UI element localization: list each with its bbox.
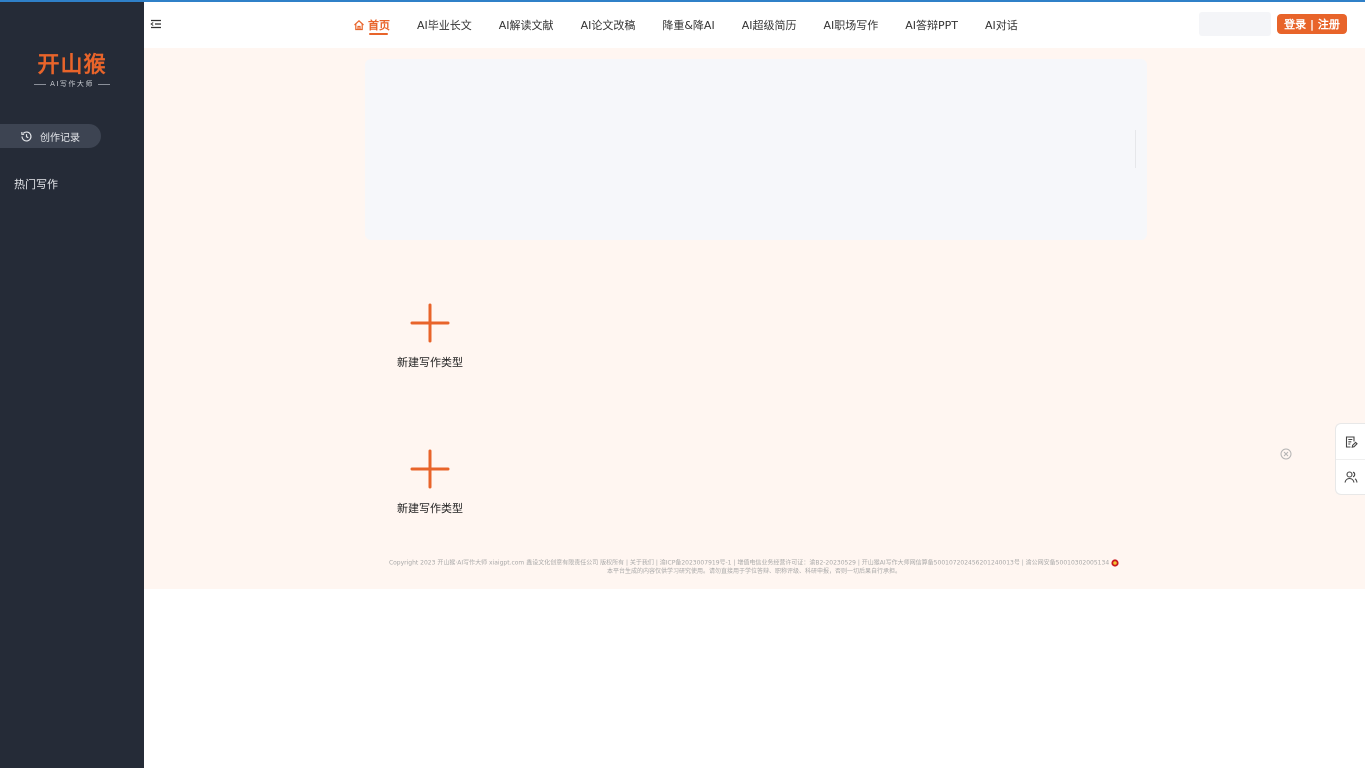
new-writing-type-label: 新建写作类型 <box>397 356 463 369</box>
nav-label-thesis: AI毕业长文 <box>417 19 472 32</box>
nav-item-resume[interactable]: AI超级简历 <box>742 2 797 48</box>
login-register-button[interactable]: 登录 | 注册 <box>1277 14 1347 34</box>
footer-disclaimer: 本平台生成的内容仅供学习研究使用。请勿直接用于学位答辩、职称评级、科研申报，否则… <box>606 567 901 575</box>
logo-sub-text: AI写作大师 <box>50 80 94 88</box>
nav-item-dedup[interactable]: 降重&降AI <box>662 2 714 48</box>
menu-fold-icon[interactable] <box>150 18 162 30</box>
plus-icon <box>410 303 450 343</box>
nav-label-literature: AI解读文献 <box>498 19 554 32</box>
history-button[interactable]: 创作记录 <box>0 124 101 148</box>
close-circle-icon[interactable] <box>1280 448 1292 460</box>
nav-item-ppt[interactable]: AI答辩PPT <box>905 2 958 48</box>
user-center-button[interactable] <box>1336 459 1365 494</box>
home-icon <box>354 19 364 31</box>
history-icon <box>21 130 32 142</box>
footer-copyright: Copyright 2023 开山猴·AI写作大师 xiaigpt.com 鑫设… <box>294 559 1214 568</box>
floating-toolbar <box>1335 423 1365 495</box>
nav-item-thesis[interactable]: AI毕业长文 <box>417 2 472 48</box>
nav-label-ppt: AI答辩PPT <box>905 19 959 32</box>
footer-copyright-text: Copyright 2023 开山猴·AI写作大师 xiaigpt.com 鑫设… <box>388 559 1110 567</box>
police-badge-icon <box>1111 559 1119 567</box>
banner-edge-line <box>1135 130 1136 168</box>
edit-doc-icon <box>1345 435 1358 448</box>
search-input[interactable] <box>1199 12 1271 36</box>
nav-label-chat: AI对话 <box>985 19 1018 32</box>
nav-item-paper-revise[interactable]: AI论文改稿 <box>581 2 636 48</box>
banner-placeholder <box>365 59 1147 240</box>
nav-item-chat[interactable]: AI对话 <box>985 2 1018 48</box>
nav-item-literature[interactable]: AI解读文献 <box>499 2 554 48</box>
new-writing-type-label: 新建写作类型 <box>397 502 463 515</box>
logo-subtitle: AI写作大师 <box>22 79 122 89</box>
main-nav: 首页 AI毕业长文 AI解读文献 AI论文改稿 降重&降AI AI超级简历 AI… <box>353 2 1045 48</box>
page-footer: Copyright 2023 开山猴·AI写作大师 xiaigpt.com 鑫设… <box>294 559 1214 576</box>
nav-label-paper-revise: AI论文改稿 <box>580 19 636 32</box>
users-icon <box>1344 471 1358 483</box>
hot-writing-heading: 热门写作 <box>14 178 58 191</box>
nav-item-home[interactable]: 首页 <box>353 2 390 48</box>
logo-main-text: 开山猴 <box>37 52 107 78</box>
nav-item-workplace[interactable]: AI职场写作 <box>823 2 878 48</box>
sidebar: 开山猴 AI写作大师 创作记录 热门写作 <box>0 0 144 768</box>
new-writing-type-card[interactable]: 新建写作类型 <box>380 448 480 516</box>
top-accent-line <box>0 0 1365 2</box>
nav-label-workplace: AI职场写作 <box>823 19 879 32</box>
plus-icon <box>410 449 450 489</box>
top-header: 首页 AI毕业长文 AI解读文献 AI论文改稿 降重&降AI AI超级简历 AI… <box>144 2 1365 48</box>
logo[interactable]: 开山猴 AI写作大师 <box>22 52 122 89</box>
main-content: 新建写作类型 新建写作类型 Copyright 2023 开山猴·AI写作大师 … <box>144 48 1365 589</box>
logo-dash-left <box>34 83 47 85</box>
new-writing-type-card[interactable]: 新建写作类型 <box>380 302 480 370</box>
nav-label-resume: AI超级简历 <box>741 19 797 32</box>
history-label: 创作记录 <box>40 132 80 144</box>
nav-label-dedup: 降重&降AI <box>662 19 715 32</box>
logo-dash-right <box>97 83 110 85</box>
nav-label-home: 首页 <box>368 19 390 32</box>
edit-doc-button[interactable] <box>1336 424 1365 459</box>
